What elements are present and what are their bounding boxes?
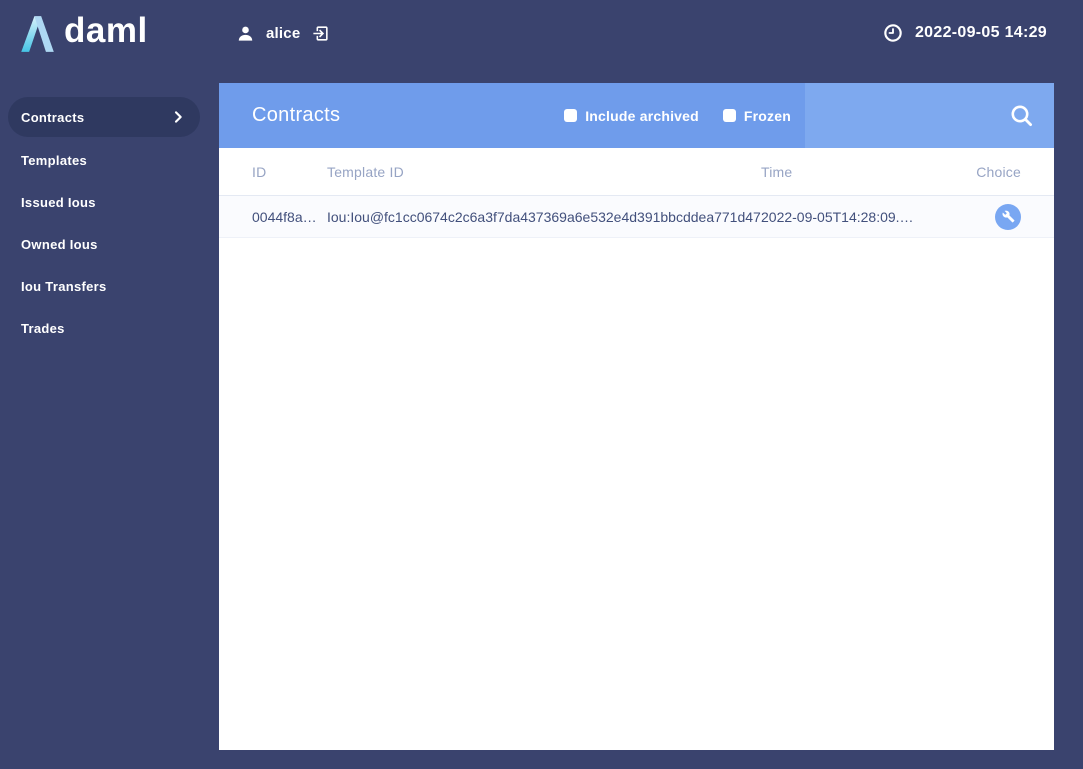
sidebar-item-templates[interactable]: Templates [8, 139, 200, 181]
choice-button[interactable] [995, 203, 1021, 230]
logo-text: daml [64, 11, 148, 50]
contracts-header-bar: Contracts Include archived Frozen [219, 83, 1054, 148]
search-box[interactable] [785, 83, 1054, 148]
ledger-time: 2022-09-05 14:29 [883, 23, 1047, 43]
sidebar-item-label: Iou Transfers [21, 278, 107, 294]
sidebar-item-contracts[interactable]: Contracts [8, 97, 200, 137]
sidebar: Contracts Templates Issued Ious Owned Io… [8, 97, 200, 349]
sidebar-item-issued-ious[interactable]: Issued Ious [8, 181, 200, 223]
table-header: ID Template ID Time Choice [219, 148, 1054, 196]
search-input[interactable] [785, 83, 1008, 148]
sidebar-item-label: Trades [21, 320, 65, 336]
search-icon [1011, 105, 1032, 126]
user-block: alice [236, 24, 330, 43]
time-cell: 2022-09-05T14:28:09.… [761, 208, 914, 225]
page-title: Contracts [252, 104, 341, 126]
daml-lambda-icon [21, 16, 54, 52]
sidebar-item-label: Templates [21, 152, 88, 168]
user-icon [238, 26, 253, 41]
frozen-checkbox[interactable] [722, 109, 736, 122]
filters: Include archived Frozen [564, 108, 791, 124]
main-content: Contracts Include archived Frozen ID Tem… [219, 83, 1054, 750]
column-header-id[interactable]: ID [252, 164, 327, 180]
filter-label: Include archived [585, 107, 699, 124]
logout-icon[interactable] [311, 24, 330, 43]
template-id-cell: Iou:Iou@fc1cc0674c2c6a3f7da437369a6e532e… [327, 208, 761, 225]
sidebar-item-label: Owned Ious [21, 236, 98, 252]
wrench-icon [1002, 210, 1014, 223]
sidebar-item-label: Contracts [21, 109, 85, 125]
choice-cell [995, 203, 1021, 230]
table-row[interactable]: 0044f8a… Iou:Iou@fc1cc0674c2c6a3f7da4373… [219, 196, 1054, 238]
include-archived-filter[interactable]: Include archived [564, 108, 699, 124]
sidebar-item-iou-transfers[interactable]: Iou Transfers [8, 265, 200, 307]
column-header-template-id[interactable]: Template ID [327, 164, 761, 180]
include-archived-checkbox[interactable] [564, 109, 578, 122]
column-header-choice[interactable]: Choice [976, 164, 1021, 180]
contract-id-cell: 0044f8a… [252, 208, 317, 225]
chevron-right-icon [174, 111, 182, 123]
column-header-time[interactable]: Time [761, 164, 961, 180]
sidebar-item-label: Issued Ious [21, 194, 96, 210]
frozen-filter[interactable]: Frozen [722, 107, 791, 124]
app-logo: daml [16, 11, 148, 55]
sidebar-item-trades[interactable]: Trades [8, 307, 200, 349]
sidebar-item-owned-ious[interactable]: Owned Ious [8, 223, 200, 265]
ledger-time-text: 2022-09-05 14:29 [914, 24, 1047, 41]
user-name: alice [266, 25, 301, 42]
filter-label: Frozen [743, 107, 791, 124]
clock-icon [884, 24, 902, 42]
